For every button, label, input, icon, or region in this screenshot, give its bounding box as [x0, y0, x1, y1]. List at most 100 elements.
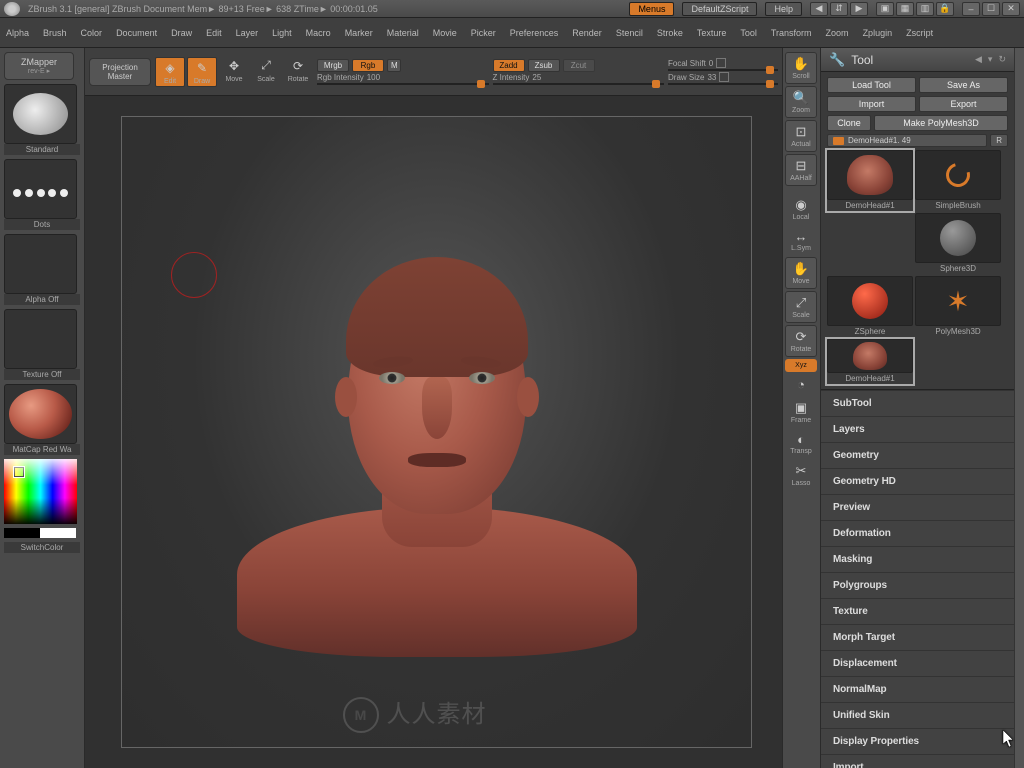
- actual-button[interactable]: ⊡Actual: [785, 120, 817, 152]
- menu-marker[interactable]: Marker: [345, 28, 373, 38]
- color-picker[interactable]: [4, 459, 77, 524]
- aahalf-button[interactable]: ⊟AAHalf: [785, 154, 817, 186]
- section-polygroups[interactable]: Polygroups: [821, 572, 1014, 598]
- rotate-mode-button[interactable]: ⟳Rotate: [283, 57, 313, 87]
- close-icon[interactable]: ✕: [1002, 2, 1020, 16]
- clone-button[interactable]: Clone: [827, 115, 871, 131]
- tool-item-demohead[interactable]: DemoHead#1: [827, 150, 913, 211]
- rgb-intensity-slider[interactable]: [317, 83, 489, 85]
- canvas[interactable]: M 人人素材: [85, 96, 782, 768]
- switch-color-button[interactable]: SwitchColor: [4, 542, 80, 553]
- arrow-left-icon[interactable]: ◀: [810, 2, 828, 16]
- menu-brush[interactable]: Brush: [43, 28, 67, 38]
- persp-button[interactable]: ◔: [785, 374, 817, 395]
- scrollbar[interactable]: [1014, 48, 1024, 768]
- draw-size-slider[interactable]: [668, 83, 778, 85]
- local-button[interactable]: ◉Local: [785, 194, 817, 224]
- menu-layer[interactable]: Layer: [236, 28, 259, 38]
- menu-stencil[interactable]: Stencil: [616, 28, 643, 38]
- material-thumbnail[interactable]: [4, 384, 77, 444]
- menu-alpha[interactable]: Alpha: [6, 28, 29, 38]
- menu-zoom[interactable]: Zoom: [826, 28, 849, 38]
- current-tool-chip[interactable]: DemoHead#1. 49: [827, 134, 987, 147]
- brush-thumbnail[interactable]: [4, 84, 77, 144]
- menu-movie[interactable]: Movie: [433, 28, 457, 38]
- xyz-button[interactable]: Xyz: [785, 359, 817, 372]
- zcut-button[interactable]: Zcut: [563, 59, 595, 72]
- menu-tool[interactable]: Tool: [740, 28, 757, 38]
- projection-master-button[interactable]: ProjectionMaster: [89, 58, 151, 86]
- arrow-right-icon[interactable]: ▶: [850, 2, 868, 16]
- panel-collapse-icon[interactable]: ▾: [988, 54, 993, 65]
- lsym-button[interactable]: ↔L.Sym: [785, 226, 817, 255]
- tool-panel-header[interactable]: 🔧 Tool ◀ ▾ ↻: [821, 48, 1014, 72]
- zmapper-button[interactable]: ZMapper rev-E ▸: [4, 52, 74, 80]
- move-mode-button[interactable]: ✥Move: [219, 57, 249, 87]
- section-displacement[interactable]: Displacement: [821, 650, 1014, 676]
- section-subtool[interactable]: SubTool: [821, 390, 1014, 416]
- menu-macro[interactable]: Macro: [306, 28, 331, 38]
- menu-picker[interactable]: Picker: [471, 28, 496, 38]
- maximize-icon[interactable]: ☐: [982, 2, 1000, 16]
- tool-item-polymesh3d[interactable]: ✶ PolyMesh3D: [915, 276, 1001, 337]
- stroke-thumbnail[interactable]: [4, 159, 77, 219]
- section-display-properties[interactable]: Display Properties: [821, 728, 1014, 754]
- make-polymesh-button[interactable]: Make PolyMesh3D: [874, 115, 1008, 131]
- focal-chip-icon[interactable]: [716, 58, 726, 68]
- menu-preferences[interactable]: Preferences: [510, 28, 559, 38]
- rotate-button[interactable]: ⟳Rotate: [785, 325, 817, 357]
- menu-transform[interactable]: Transform: [771, 28, 812, 38]
- menu-render[interactable]: Render: [572, 28, 602, 38]
- section-layers[interactable]: Layers: [821, 416, 1014, 442]
- r-button[interactable]: R: [990, 134, 1008, 147]
- menu-texture[interactable]: Texture: [697, 28, 727, 38]
- menu-color[interactable]: Color: [81, 28, 103, 38]
- m-button[interactable]: M: [387, 59, 401, 72]
- menu-zscript[interactable]: Zscript: [906, 28, 933, 38]
- zadd-button[interactable]: Zadd: [493, 59, 525, 72]
- focal-shift-slider[interactable]: [668, 69, 778, 71]
- texture-thumbnail[interactable]: [4, 309, 77, 369]
- move-button[interactable]: ✋Move: [785, 257, 817, 289]
- draw-size-chip-icon[interactable]: [719, 72, 729, 82]
- lasso-button[interactable]: ✂Lasso: [785, 460, 817, 490]
- section-masking[interactable]: Masking: [821, 546, 1014, 572]
- rgb-button[interactable]: Rgb: [352, 59, 384, 72]
- scale-button[interactable]: ⤢Scale: [785, 291, 817, 323]
- draw-mode-button[interactable]: ✎Draw: [187, 57, 217, 87]
- arrow-up-down-icon[interactable]: ⇵: [830, 2, 848, 16]
- zoom-button[interactable]: 🔍Zoom: [785, 86, 817, 118]
- export-button[interactable]: Export: [919, 96, 1008, 112]
- section-morph-target[interactable]: Morph Target: [821, 624, 1014, 650]
- menu-light[interactable]: Light: [272, 28, 292, 38]
- tool-item-demohead-2[interactable]: DemoHead#1: [827, 339, 913, 384]
- color-swatches[interactable]: [4, 528, 80, 538]
- z-intensity-slider[interactable]: [493, 83, 665, 85]
- menu-zplugin[interactable]: Zplugin: [863, 28, 893, 38]
- menu-document[interactable]: Document: [116, 28, 157, 38]
- panel-left-icon[interactable]: ◀: [975, 54, 982, 65]
- lock-icon[interactable]: 🔒: [936, 2, 954, 16]
- menu-draw[interactable]: Draw: [171, 28, 192, 38]
- scroll-button[interactable]: ✋Scroll: [785, 52, 817, 84]
- edit-mode-button[interactable]: ◈Edit: [155, 57, 185, 87]
- section-import[interactable]: Import: [821, 754, 1014, 768]
- load-tool-button[interactable]: Load Tool: [827, 77, 916, 93]
- section-geometry[interactable]: Geometry: [821, 442, 1014, 468]
- section-deformation[interactable]: Deformation: [821, 520, 1014, 546]
- menu-stroke[interactable]: Stroke: [657, 28, 683, 38]
- menu-edit[interactable]: Edit: [206, 28, 222, 38]
- scale-mode-button[interactable]: ⤢Scale: [251, 57, 281, 87]
- import-button[interactable]: Import: [827, 96, 916, 112]
- layout-3-icon[interactable]: ▥: [916, 2, 934, 16]
- section-texture[interactable]: Texture: [821, 598, 1014, 624]
- tool-item-zsphere[interactable]: ZSphere: [827, 276, 913, 337]
- default-zscript-button[interactable]: DefaultZScript: [682, 2, 757, 16]
- zsub-button[interactable]: Zsub: [528, 59, 560, 72]
- menu-material[interactable]: Material: [387, 28, 419, 38]
- tool-item-sphere3d[interactable]: Sphere3D: [915, 213, 1001, 274]
- section-geometry-hd[interactable]: Geometry HD: [821, 468, 1014, 494]
- section-normalmap[interactable]: NormalMap: [821, 676, 1014, 702]
- frame-button[interactable]: ▣Frame: [785, 397, 817, 427]
- layout-1-icon[interactable]: ▣: [876, 2, 894, 16]
